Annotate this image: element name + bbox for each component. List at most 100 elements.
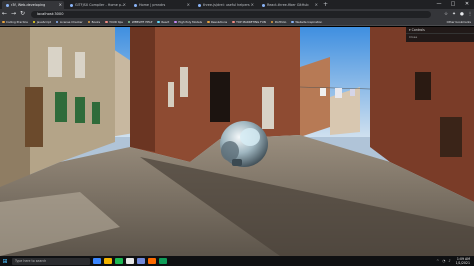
- reload-icon[interactable]: ↻: [18, 9, 27, 19]
- bookmark-item[interactable]: JavaScript: [32, 20, 51, 24]
- controls-panel[interactable]: ▾ Controls Close: [406, 27, 474, 42]
- bookmark-folder-icon: [232, 20, 235, 24]
- browser-tab[interactable]: Home | pmndrs ×: [130, 1, 192, 9]
- center-building-side: [130, 27, 155, 152]
- volume-icon[interactable]: ♪: [448, 259, 450, 263]
- forward-arrow-icon[interactable]: →: [9, 9, 18, 19]
- helmet-visor: [240, 128, 260, 146]
- left-shutter: [92, 102, 100, 124]
- taskbar-search-input[interactable]: Type here to search: [12, 257, 90, 265]
- back-arrow-icon[interactable]: ←: [0, 9, 9, 19]
- extensions-icon[interactable]: ✦: [450, 12, 458, 17]
- laundry: [350, 89, 355, 96]
- browser-tab[interactable]: three-js/drei: useful helpers ×: [194, 1, 256, 9]
- bookmark-label: JavaScript: [36, 20, 51, 24]
- browser-tab-strip: r3f, Web-developing × GlTFJSX Compiler -…: [0, 0, 474, 9]
- right-window: [415, 72, 431, 100]
- bookmark-folder-icon: [207, 20, 210, 24]
- maximize-button[interactable]: □: [446, 0, 460, 9]
- bookmark-item[interactable]: React: [157, 20, 169, 24]
- bookmark-item[interactable]: YOUR tips: [105, 20, 123, 24]
- bookmark-item[interactable]: Website Inspiration: [291, 20, 322, 24]
- bookmark-item[interactable]: License Checker: [55, 20, 83, 24]
- center-door: [262, 87, 274, 129]
- window-controls: — □ ✕: [432, 0, 474, 9]
- browser-tab[interactable]: React-three-fiber GitHub ×: [258, 1, 320, 9]
- taskbar-app-icon[interactable]: [137, 258, 145, 264]
- bookmark-label: License Checker: [59, 20, 83, 24]
- other-bookmarks[interactable]: Other bookmarks: [447, 20, 471, 24]
- tab-label: r3f, Web-developing: [11, 3, 46, 7]
- bookmark-label: Books: [91, 20, 101, 24]
- bookmark-label: Portfolio: [274, 20, 287, 24]
- taskbar-app-icon[interactable]: [93, 258, 101, 264]
- browser-tab[interactable]: GlTFJSX Compiler - Home p... ×: [66, 1, 128, 9]
- star-icon[interactable]: ☆: [442, 12, 450, 17]
- taskbar-app-icon[interactable]: [104, 258, 112, 264]
- tab-close-icon[interactable]: ×: [315, 1, 318, 9]
- bookmark-item[interactable]: Coding Practice: [2, 20, 28, 24]
- bookmark-folder-icon: [270, 20, 274, 24]
- helmet-side: [221, 141, 239, 161]
- bookmark-folder-icon: [2, 20, 5, 24]
- profile-icon[interactable]: ●: [458, 12, 466, 17]
- left-shutter: [75, 97, 85, 123]
- tab-favicon-icon: [6, 3, 9, 7]
- bookmark-folder-icon: [174, 20, 177, 24]
- laundry: [320, 88, 326, 96]
- laundry: [335, 88, 342, 98]
- taskbar-clock[interactable]: 1:09 AM 1/1/2021: [456, 257, 474, 265]
- tab-label: React-three-fiber GitHub: [267, 3, 309, 7]
- tab-close-icon[interactable]: ×: [123, 1, 126, 9]
- bookmark-label: Website Inspiration: [295, 20, 323, 24]
- wifi-icon[interactable]: ◔: [442, 259, 445, 263]
- toolbar-actions: ☆ ✦ ● ⋮: [442, 12, 474, 17]
- bookmark-item[interactable]: Portfolio: [270, 20, 287, 24]
- bookmark-label: High Poly Models: [178, 20, 203, 24]
- taskbar-app-icon[interactable]: [148, 258, 156, 264]
- bookmark-label: YOUR tips: [109, 20, 123, 24]
- menu-icon[interactable]: ⋮: [466, 12, 474, 17]
- tab-label: GlTFJSX Compiler - Home p...: [75, 3, 125, 7]
- minimize-button[interactable]: —: [432, 0, 446, 9]
- center-window: [210, 72, 230, 122]
- taskbar-app-icon[interactable]: [126, 258, 134, 264]
- bookmarks-bar: Coding Practice JavaScript License Check…: [0, 19, 474, 26]
- bookmark-label: Coding Practice: [6, 20, 28, 24]
- bookmark-label: React: [161, 20, 170, 24]
- tab-close-icon[interactable]: ×: [59, 1, 62, 9]
- bookmark-item[interactable]: WEBSITE HELP: [127, 20, 153, 24]
- bookmark-item[interactable]: TOP MARKETING FUN: [232, 20, 266, 24]
- taskbar-app-icon[interactable]: [115, 258, 123, 264]
- system-tray: ^ ◔ ♪ 1:09 AM 1/1/2021: [433, 257, 474, 265]
- windows-start-icon[interactable]: ⊞: [0, 258, 10, 265]
- webgl-canvas[interactable]: [0, 27, 474, 256]
- bookmark-item[interactable]: High Poly Models: [174, 20, 202, 24]
- distant-building-right: [300, 57, 330, 137]
- new-tab-icon[interactable]: +: [323, 1, 328, 9]
- bookmark-folder-icon: [55, 20, 59, 24]
- bookmark-item[interactable]: Books: [87, 20, 101, 24]
- bookmark-item[interactable]: Resolutions: [207, 20, 227, 24]
- controls-panel-close[interactable]: Close: [406, 33, 474, 40]
- tab-close-icon[interactable]: ×: [251, 1, 254, 9]
- address-bar[interactable]: localhost:3000: [31, 10, 431, 18]
- clock-date: 1/1/2021: [455, 261, 470, 265]
- bookmark-folder-icon: [157, 20, 160, 24]
- browser-tab-active[interactable]: r3f, Web-developing ×: [2, 1, 64, 9]
- tab-favicon-icon: [70, 3, 73, 7]
- chevron-up-icon[interactable]: ^: [436, 259, 439, 263]
- tab-close-icon[interactable]: ×: [187, 1, 190, 9]
- left-shutter: [55, 92, 67, 122]
- bookmark-label: Resolutions: [211, 20, 228, 24]
- bookmark-folder-icon: [87, 20, 91, 24]
- helmet-jaw: [232, 159, 242, 166]
- bookmark-label: WEBSITE HELP: [131, 20, 153, 24]
- bookmark-folder-icon: [32, 20, 36, 24]
- left-door: [25, 87, 43, 147]
- helmet-3d-model[interactable]: [220, 121, 268, 167]
- taskbar-app-icon[interactable]: [159, 258, 167, 264]
- bookmark-folder-icon: [105, 20, 108, 24]
- close-window-button[interactable]: ✕: [460, 0, 474, 9]
- bookmark-folder-icon: [291, 20, 294, 24]
